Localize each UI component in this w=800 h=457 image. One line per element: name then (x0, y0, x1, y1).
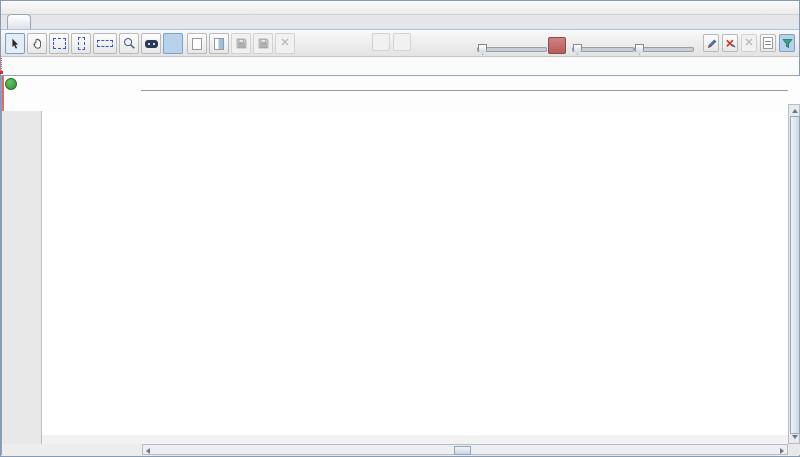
record-button[interactable] (372, 33, 390, 51)
scroll-up-icon[interactable] (792, 109, 798, 113)
save-tags-as-button[interactable] (253, 33, 273, 54)
close-tags-button[interactable]: ✕ (275, 33, 295, 54)
hand-icon (30, 36, 45, 51)
close-x-icon: ✕ (280, 38, 289, 49)
pencil-icon (705, 37, 718, 50)
fft-tool-button[interactable] (163, 33, 183, 54)
tool-group-select (5, 33, 183, 54)
scrollbar-corner (788, 444, 800, 455)
signal-view-panel (1, 75, 800, 455)
add-tag-button[interactable] (5, 78, 17, 90)
page-blue-icon (214, 38, 224, 50)
hypnogram-position-marker (1, 58, 2, 71)
open-tag-document-button[interactable] (209, 33, 229, 54)
pointer-tool-button[interactable] (5, 33, 25, 54)
tool-group-monitor (372, 33, 411, 51)
channel-label-column (2, 111, 42, 444)
tab-bar (1, 15, 799, 29)
value-scale-thumb[interactable] (573, 44, 582, 55)
tag-style-pencil-button[interactable] (703, 34, 719, 52)
channel-height-slider[interactable] (634, 32, 692, 56)
ruler-cursor (2, 76, 4, 111)
tool-group-tags: ✕ (187, 33, 295, 54)
scroll-left-icon[interactable] (146, 448, 150, 454)
horizontal-scroll-thumb[interactable] (454, 446, 471, 455)
delete-tag-button[interactable] (722, 34, 738, 52)
pointer-icon (8, 37, 22, 51)
vertical-scrollbar[interactable] (788, 104, 800, 444)
tab-inb05[interactable] (7, 14, 31, 29)
horizontal-scrollbar[interactable] (142, 444, 788, 455)
tool-group-tag-actions: ✕ (703, 34, 795, 52)
value-scale-track[interactable] (572, 47, 634, 52)
hypnogram-strip (1, 57, 799, 75)
toolbar: ✕ ✕ (1, 29, 799, 57)
time-scale-slider[interactable] (477, 32, 545, 56)
save-tags-button[interactable] (231, 33, 251, 54)
gray-x-icon: ✕ (744, 38, 753, 49)
dashed-rectangle-icon (53, 38, 66, 49)
time-scale-track[interactable] (477, 47, 547, 52)
channel-height-track[interactable] (634, 47, 694, 52)
select-column-tool-button[interactable] (71, 33, 91, 54)
time-ruler[interactable] (2, 76, 800, 111)
red-x-icon (724, 37, 737, 50)
dashed-row-icon (97, 40, 113, 47)
hand-tool-button[interactable] (27, 33, 47, 54)
new-tag-document-button[interactable] (187, 33, 207, 54)
app-window: ✕ ✕ (0, 0, 800, 457)
ruler-icon (145, 40, 158, 48)
magnifier-icon (122, 36, 137, 51)
stop-button[interactable] (393, 33, 411, 51)
select-row-tool-button[interactable] (93, 33, 117, 54)
value-scale-slider[interactable] (572, 32, 632, 56)
select-region-tool-button[interactable] (49, 33, 69, 54)
tag-preview-button[interactable] (760, 34, 776, 52)
dashed-column-icon (78, 37, 85, 50)
ruler-line (141, 90, 788, 91)
vertical-scroll-thumb[interactable] (790, 116, 800, 434)
save-icon (235, 37, 248, 50)
zoom-tool-button[interactable] (119, 33, 139, 54)
fit-time-scale-button[interactable] (548, 37, 566, 54)
measure-tool-button[interactable] (141, 33, 161, 54)
bottom-left-spacer (2, 444, 142, 455)
blank-page-icon (192, 38, 202, 50)
scroll-down-icon[interactable] (792, 435, 798, 439)
menu-bar (1, 1, 799, 15)
signal-plot[interactable] (42, 111, 788, 435)
filter-funnel-icon (781, 37, 794, 50)
save-as-icon (257, 37, 270, 50)
remove-tag-button[interactable]: ✕ (741, 34, 757, 52)
page-preview-icon (763, 37, 773, 49)
channel-height-thumb[interactable] (635, 44, 644, 55)
filter-button[interactable] (779, 34, 795, 52)
scroll-right-icon[interactable] (780, 448, 784, 454)
time-scale-thumb[interactable] (478, 44, 487, 55)
